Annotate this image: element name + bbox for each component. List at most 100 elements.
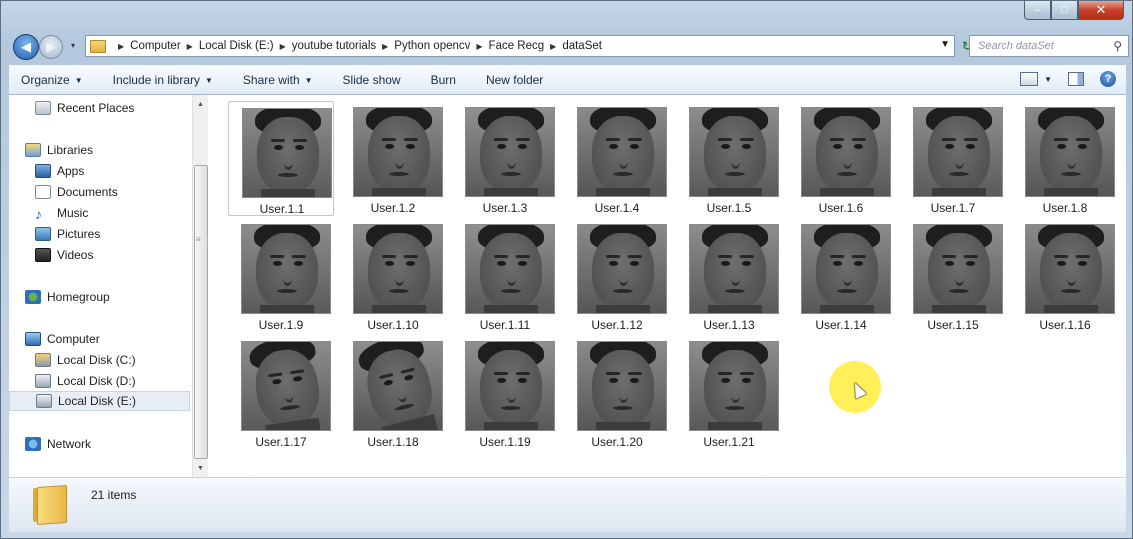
change-view-button[interactable]: ▼	[1020, 72, 1052, 86]
view-controls: ▼ ?	[1020, 71, 1116, 87]
navigation-scrollbar[interactable]: ▲ ≡ ▼	[192, 95, 208, 477]
new-folder-button[interactable]: New folder	[486, 73, 543, 87]
close-button[interactable]: ✕	[1078, 1, 1124, 20]
image-thumbnail	[465, 224, 555, 314]
image-thumbnail	[577, 107, 667, 197]
image-thumbnail	[913, 107, 1003, 197]
file-tile[interactable]: User.1.10	[340, 218, 446, 333]
share-with-menu[interactable]: Share with ▼	[243, 73, 313, 87]
include-in-library-menu[interactable]: Include in library ▼	[113, 73, 213, 87]
file-name: User.1.10	[367, 318, 419, 332]
file-name: User.1.8	[1042, 201, 1088, 215]
scroll-down-icon[interactable]: ▼	[193, 461, 208, 475]
file-tile[interactable]: User.1.21	[676, 335, 782, 450]
navigation-pane: Recent Places Libraries Apps Documents ♪…	[9, 95, 190, 477]
preview-pane-icon[interactable]	[1068, 72, 1084, 86]
nav-network[interactable]: Network	[25, 434, 91, 454]
file-name: User.1.20	[591, 435, 643, 449]
file-tile[interactable]: User.1.12	[564, 218, 670, 333]
maximize-button[interactable]: □	[1051, 1, 1078, 20]
file-name: User.1.14	[815, 318, 867, 332]
chevron-right-icon[interactable]: ▶	[118, 42, 124, 51]
address-bar[interactable]: ▶ Computer ▶ Local Disk (E:) ▶ youtube t…	[85, 35, 955, 57]
include-label: Include in library	[112, 73, 200, 87]
file-tile[interactable]: User.1.19	[452, 335, 558, 450]
file-tile[interactable]: User.1.6	[788, 101, 894, 216]
file-name: User.1.18	[367, 435, 419, 449]
nav-label: Computer	[47, 332, 100, 346]
documents-icon	[35, 185, 51, 199]
scroll-up-icon[interactable]: ▲	[193, 97, 208, 111]
search-input[interactable]	[976, 39, 1110, 53]
chevron-right-icon[interactable]: ▶	[280, 42, 286, 51]
file-tile[interactable]: User.1.18	[340, 335, 446, 450]
file-tile[interactable]: User.1.15	[900, 218, 1006, 333]
file-tile[interactable]: User.1.7	[900, 101, 1006, 216]
nav-videos[interactable]: Videos	[35, 245, 93, 265]
nav-homegroup[interactable]: Homegroup	[25, 287, 110, 307]
nav-local-disk-d[interactable]: Local Disk (D:)	[35, 371, 136, 391]
organize-menu[interactable]: Organize ▼	[21, 73, 83, 87]
arrow-left-icon: ◀	[21, 39, 31, 54]
nav-libraries[interactable]: Libraries	[25, 140, 93, 160]
file-tile[interactable]: User.1.11	[452, 218, 558, 333]
image-thumbnail	[242, 108, 332, 198]
grip-icon: ≡	[196, 235, 201, 244]
image-thumbnail	[353, 341, 443, 431]
breadcrumb-dataset[interactable]: dataSet	[562, 40, 602, 52]
nav-local-disk-e[interactable]: Local Disk (E:)	[9, 391, 190, 411]
file-name: User.1.1	[259, 202, 305, 216]
disk-icon	[36, 394, 52, 408]
file-tile[interactable]: User.1.13	[676, 218, 782, 333]
scrollbar-thumb[interactable]	[194, 165, 208, 459]
file-tile[interactable]: User.1.2	[340, 101, 446, 216]
chevron-right-icon[interactable]: ▶	[382, 42, 388, 51]
breadcrumb-youtube-tutorials[interactable]: youtube tutorials	[292, 40, 376, 52]
help-icon[interactable]: ?	[1100, 71, 1116, 87]
chevron-right-icon[interactable]: ▶	[187, 42, 193, 51]
nav-computer[interactable]: Computer	[25, 329, 100, 349]
chevron-right-icon[interactable]: ▶	[550, 42, 556, 51]
breadcrumb-python-opencv[interactable]: Python opencv	[394, 40, 470, 52]
search-box[interactable]: ⚲	[969, 35, 1129, 57]
forward-button[interactable]: ▶	[39, 35, 63, 59]
file-tile[interactable]: User.1.9	[228, 218, 334, 333]
burn-button[interactable]: Burn	[431, 73, 456, 87]
chevron-down-icon: ▼	[205, 75, 213, 85]
image-thumbnail	[801, 224, 891, 314]
address-history-dropdown[interactable]: ▼	[940, 39, 950, 50]
videos-icon	[35, 248, 51, 262]
search-icon[interactable]: ⚲	[1113, 39, 1122, 53]
nav-apps[interactable]: Apps	[35, 161, 84, 181]
nav-documents[interactable]: Documents	[35, 182, 118, 202]
nav-recent-places[interactable]: Recent Places	[35, 98, 134, 118]
organize-label: Organize	[21, 73, 70, 87]
breadcrumb-face-recg[interactable]: Face Recg	[489, 40, 545, 52]
chevron-right-icon[interactable]: ▶	[476, 42, 482, 51]
file-name: User.1.3	[482, 201, 528, 215]
file-view: User.1.21 User.1.20 User.1.19 User.1.18 User…	[216, 95, 1126, 477]
nav-music[interactable]: ♪ Music	[35, 203, 88, 223]
file-tile[interactable]: User.1.20	[564, 335, 670, 450]
file-tile[interactable]: User.1.1	[228, 101, 334, 216]
file-name: User.1.15	[927, 318, 979, 332]
file-tile[interactable]: User.1.14	[788, 218, 894, 333]
nav-pictures[interactable]: Pictures	[35, 224, 100, 244]
file-tile[interactable]: User.1.17	[228, 335, 334, 450]
file-tile[interactable]: User.1.3	[452, 101, 558, 216]
back-button[interactable]: ◀	[13, 34, 39, 60]
file-tile[interactable]: User.1.4	[564, 101, 670, 216]
breadcrumb-computer[interactable]: Computer	[130, 40, 181, 52]
image-thumbnail	[465, 107, 555, 197]
minimize-button[interactable]: –	[1024, 1, 1051, 20]
recent-pages-dropdown[interactable]: ▾	[71, 41, 75, 50]
nav-local-disk-c[interactable]: Local Disk (C:)	[35, 350, 136, 370]
slide-show-button[interactable]: Slide show	[343, 73, 401, 87]
file-tile[interactable]: User.1.16	[1012, 218, 1118, 333]
file-tile[interactable]: User.1.5	[676, 101, 782, 216]
nav-label: Music	[57, 206, 89, 220]
breadcrumb-local-disk-e[interactable]: Local Disk (E:)	[199, 40, 274, 52]
disk-icon	[35, 353, 51, 367]
file-tile[interactable]: User.1.8	[1012, 101, 1118, 216]
content-area: Recent Places Libraries Apps Documents ♪…	[9, 95, 1126, 478]
